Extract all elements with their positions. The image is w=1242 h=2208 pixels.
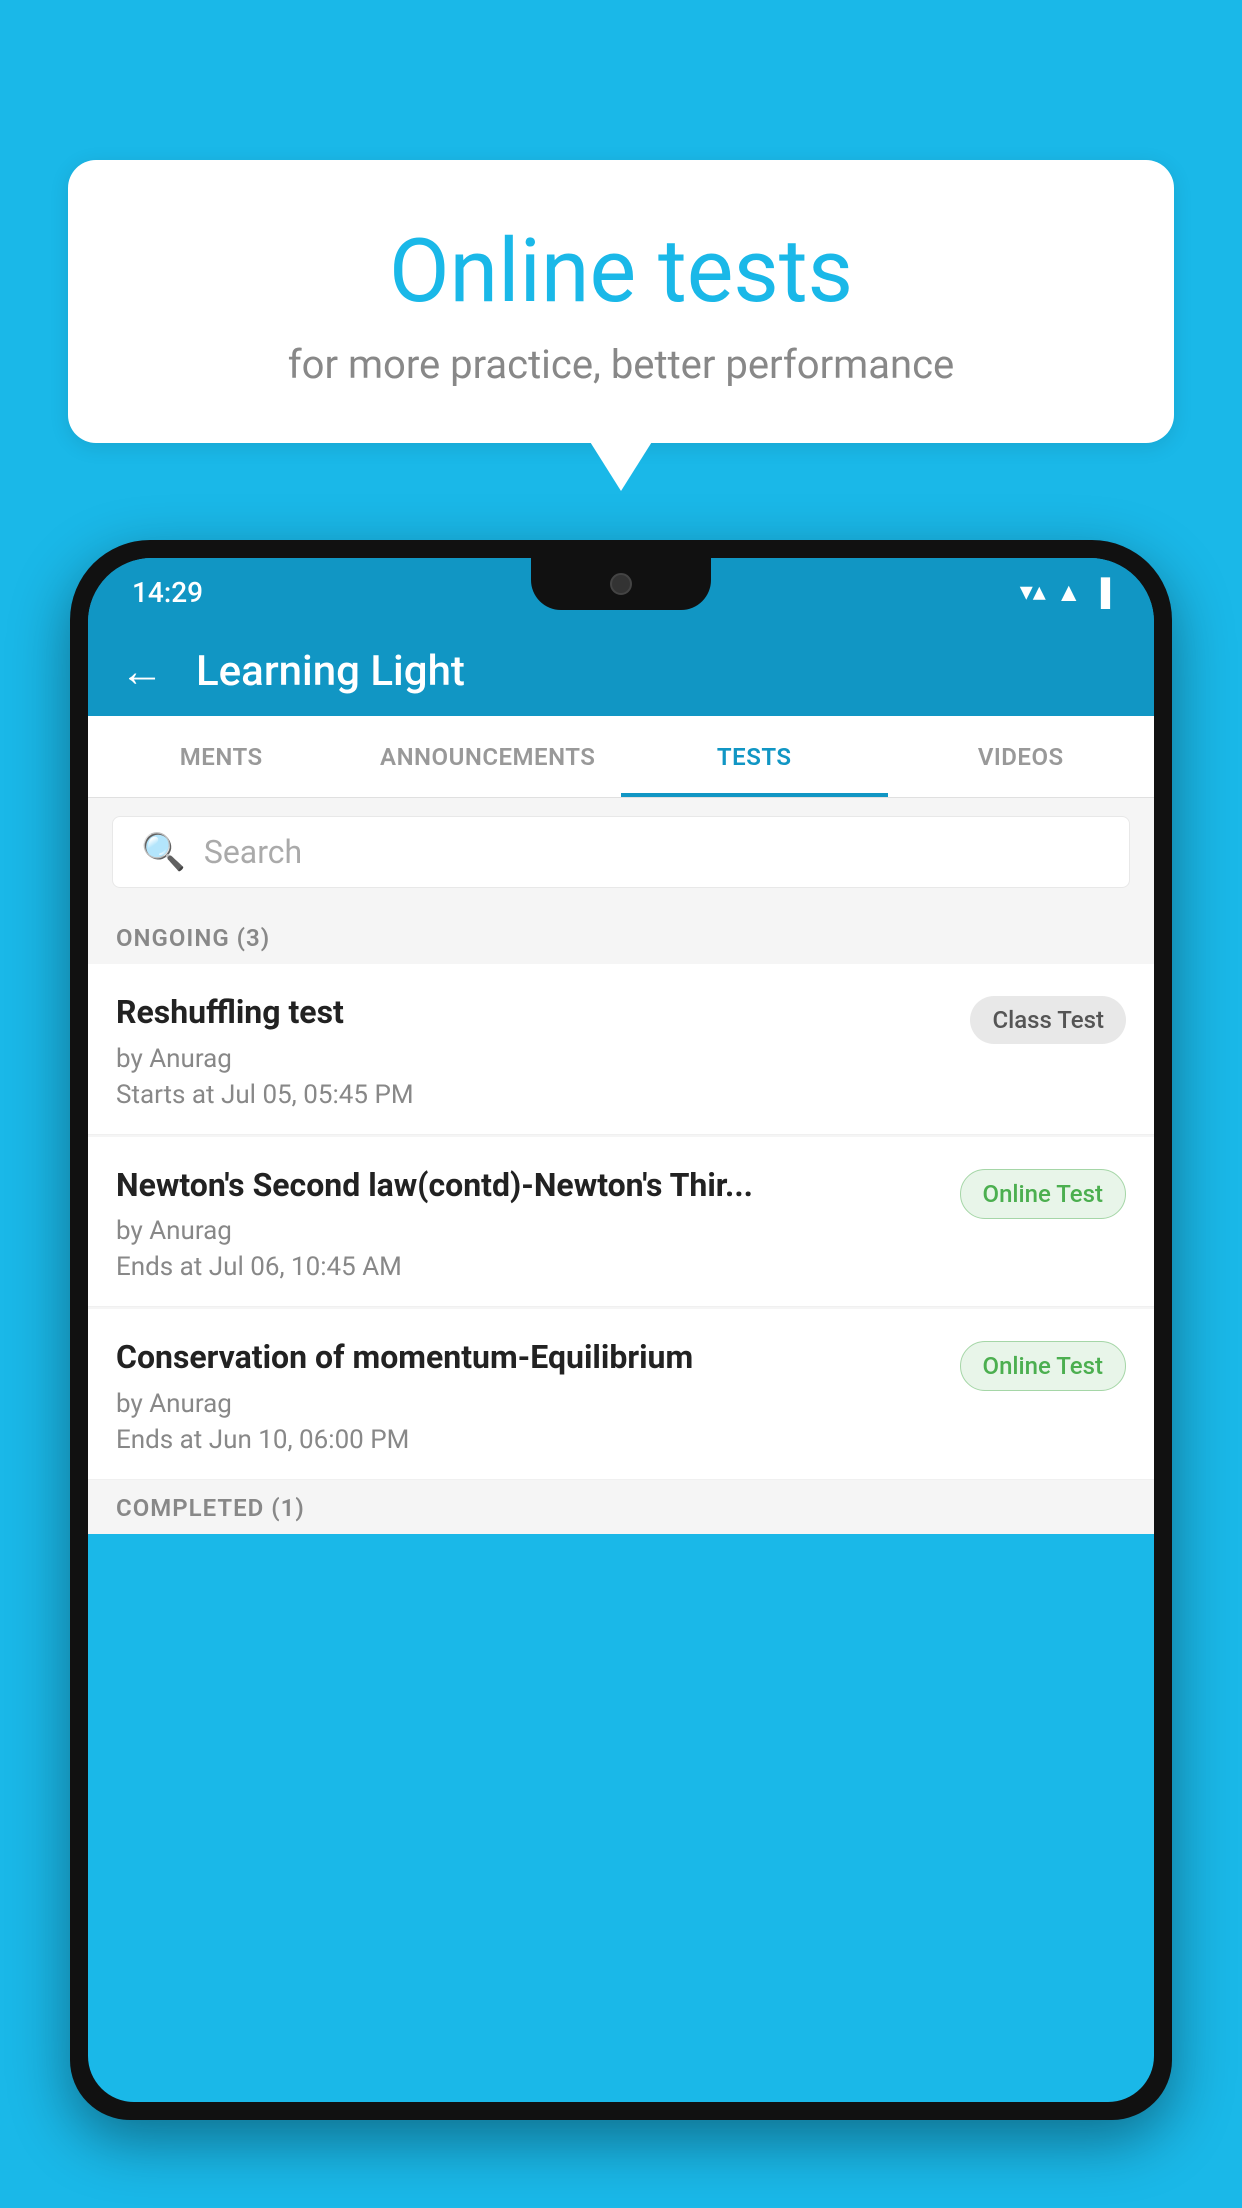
status-icons: ▾▴ ▲ ▐	[1020, 577, 1110, 608]
test-name-3: Conservation of momentum-Equilibrium	[116, 1337, 940, 1379]
tab-announcements[interactable]: ANNOUNCEMENTS	[355, 716, 622, 797]
test-badge-3: Online Test	[960, 1341, 1126, 1391]
test-author-2: by Anurag	[116, 1216, 940, 1246]
battery-icon: ▐	[1092, 577, 1110, 608]
test-name-1: Reshuffling test	[116, 992, 950, 1034]
section-completed: COMPLETED (1)	[88, 1482, 1154, 1534]
search-bar[interactable]: 🔍 Search	[112, 816, 1130, 888]
phone-container: 14:29 ▾▴ ▲ ▐ ← Learning Light MENTS	[70, 540, 1172, 2208]
test-card-2[interactable]: Newton's Second law(contd)-Newton's Thir…	[88, 1137, 1154, 1308]
search-icon: 🔍	[141, 831, 186, 873]
status-time: 14:29	[132, 576, 203, 609]
tabs-container: MENTS ANNOUNCEMENTS TESTS VIDEOS	[88, 716, 1154, 798]
status-bar: 14:29 ▾▴ ▲ ▐	[88, 558, 1154, 626]
test-info-3: Conservation of momentum-Equilibrium by …	[116, 1337, 940, 1455]
test-date-1: Starts at Jul 05, 05:45 PM	[116, 1080, 950, 1110]
search-placeholder: Search	[204, 833, 302, 871]
speech-bubble: Online tests for more practice, better p…	[68, 160, 1174, 443]
test-card-1[interactable]: Reshuffling test by Anurag Starts at Jul…	[88, 964, 1154, 1135]
app-title: Learning Light	[196, 647, 465, 696]
bubble-title: Online tests	[118, 220, 1124, 323]
signal-icon: ▲	[1056, 577, 1082, 608]
app-header: ← Learning Light	[88, 626, 1154, 716]
notch	[531, 558, 711, 610]
test-info-2: Newton's Second law(contd)-Newton's Thir…	[116, 1165, 940, 1283]
tab-ments[interactable]: MENTS	[88, 716, 355, 797]
test-badge-1: Class Test	[970, 996, 1126, 1044]
back-button[interactable]: ←	[120, 645, 164, 697]
test-date-2: Ends at Jul 06, 10:45 AM	[116, 1252, 940, 1282]
wifi-icon: ▾▴	[1020, 577, 1046, 607]
test-info-1: Reshuffling test by Anurag Starts at Jul…	[116, 992, 950, 1110]
test-name-2: Newton's Second law(contd)-Newton's Thir…	[116, 1165, 940, 1207]
test-card-3[interactable]: Conservation of momentum-Equilibrium by …	[88, 1309, 1154, 1480]
test-date-3: Ends at Jun 10, 06:00 PM	[116, 1425, 940, 1455]
test-author-3: by Anurag	[116, 1389, 940, 1419]
test-author-1: by Anurag	[116, 1044, 950, 1074]
section-ongoing: ONGOING (3)	[88, 906, 1154, 964]
test-badge-2: Online Test	[960, 1169, 1126, 1219]
camera-icon	[610, 573, 632, 595]
search-container: 🔍 Search	[88, 798, 1154, 906]
bubble-subtitle: for more practice, better performance	[118, 341, 1124, 388]
tab-videos[interactable]: VIDEOS	[888, 716, 1155, 797]
list-content: ONGOING (3) Reshuffling test by Anurag S…	[88, 906, 1154, 1534]
phone-inner: 14:29 ▾▴ ▲ ▐ ← Learning Light MENTS	[88, 558, 1154, 2102]
tab-tests[interactable]: TESTS	[621, 716, 888, 797]
phone-outer: 14:29 ▾▴ ▲ ▐ ← Learning Light MENTS	[70, 540, 1172, 2120]
